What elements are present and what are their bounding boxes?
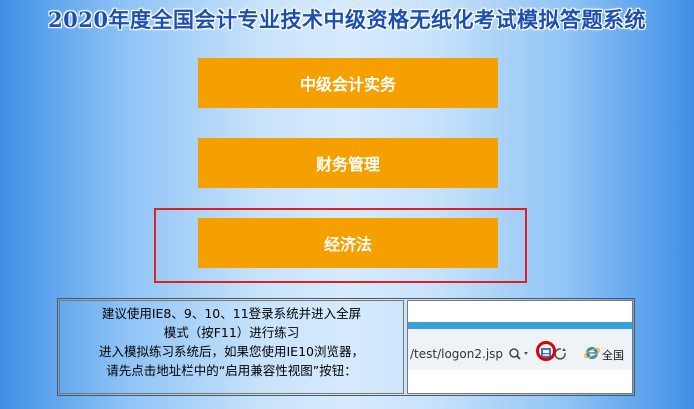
exam-button-financial-management[interactable]: 财务管理 [198,138,498,188]
selection-highlight [154,208,527,283]
compatibility-view-highlight-circle [536,341,556,361]
ie-logo-icon [584,347,600,359]
notice-line: 请先点击地址栏中的“启用兼容性视图”按钮： [106,363,357,378]
notice-line: 进入模拟练习系统后，如果您使用IE10浏览器， [99,344,364,359]
notice-text: 建议使用IE8、9、10、11登录系统并进入全屏 模式（按F11）进行练习 进入… [59,300,404,394]
refresh-icon [554,348,566,360]
example-tab-label: 全国 [602,349,624,362]
page-title: 2020年度全国会计专业技术中级资格无纸化考试模拟答题系统 [48,7,646,32]
exam-button-accounting-practice[interactable]: 中级会计实务 [198,58,498,108]
dropdown-arrow-icon [524,352,528,355]
notice-line: 建议使用IE8、9、10、11登录系统并进入全屏 [101,306,362,321]
example-url: /test/logon2.jsp [410,347,504,361]
notice-line: 模式（按F11）进行练习 [163,325,300,340]
notice-panel: 建议使用IE8、9、10、11登录系统并进入全屏 模式（按F11）进行练习 进入… [57,298,635,396]
search-icon [509,348,521,360]
address-bar-example: /test/logon2.jsp 全国 [408,322,632,370]
browser-example-image: /test/logon2.jsp 全国 [407,300,633,394]
